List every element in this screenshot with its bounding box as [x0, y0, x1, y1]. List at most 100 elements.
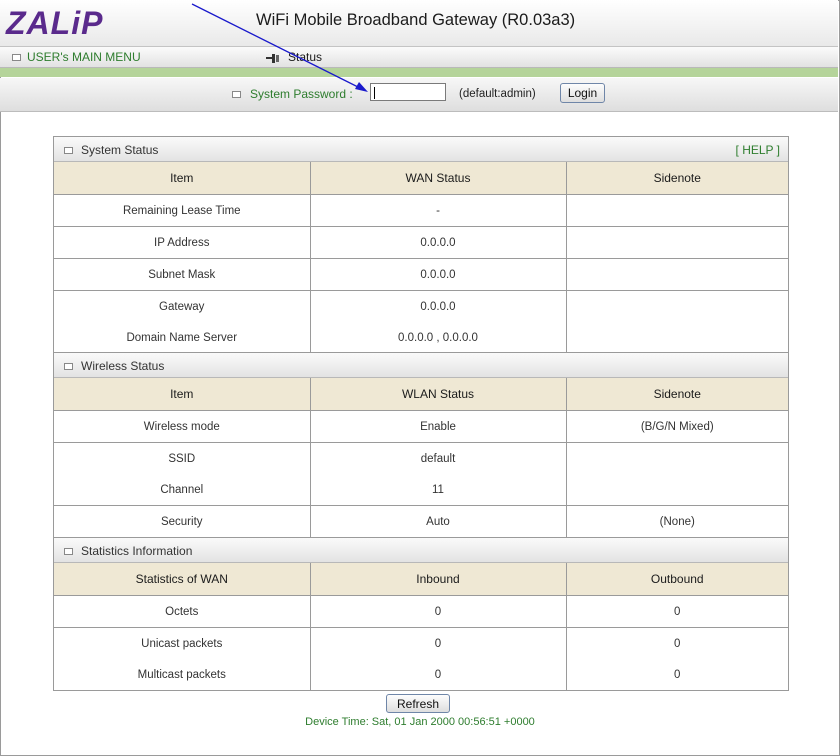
row-note: 0 [674, 637, 681, 650]
device-time: Device Time: Sat, 01 Jan 2000 00:56:51 +… [305, 716, 535, 728]
table-row: Security Auto (None) [54, 505, 788, 537]
row-note [566, 258, 788, 291]
column-header: Sidenote [566, 378, 788, 411]
row-value: 11 [310, 474, 567, 506]
row-note [566, 226, 788, 259]
row-note [566, 322, 788, 353]
table-row: Subnet Mask 0.0.0.0 [54, 258, 788, 291]
row-value: 0 [310, 627, 567, 659]
square-bullet-icon [64, 147, 73, 155]
row-value: 0 [310, 595, 567, 628]
wireless-status-panel: Wireless Status Item WLAN Status Sidenot… [53, 352, 789, 538]
page-title: WiFi Mobile Broadband Gateway (R0.03a3) [256, 11, 576, 29]
panel-title: System Status [64, 143, 158, 157]
row-note [566, 291, 788, 323]
square-bullet-icon [64, 363, 73, 371]
row-label: Wireless mode [54, 410, 311, 443]
system-status-panel: System Status [ HELP ] Item WAN Status S… [53, 136, 789, 354]
row-label: Subnet Mask [54, 258, 311, 291]
system-status-header: System Status [ HELP ] [54, 137, 788, 162]
row-note: (B/G/N Mixed) [566, 410, 788, 443]
row-note [566, 443, 788, 475]
password-label-text: System Password : [250, 87, 353, 101]
panel-title: Statistics Information [64, 544, 192, 558]
row-label: Multicast packets [54, 659, 311, 690]
column-header: Inbound [310, 563, 567, 596]
wireless-status-title: Wireless Status [81, 359, 165, 373]
row-label: Domain Name Server [54, 322, 311, 353]
table-row: Wireless mode Enable (B/G/N Mixed) [54, 410, 788, 443]
password-input[interactable] [370, 83, 446, 101]
column-header: Item [54, 378, 311, 411]
row-value: 0.0.0.0 [310, 258, 567, 291]
row-value: - [310, 194, 567, 227]
row-label: Channel [54, 474, 311, 506]
column-header: Sidenote [566, 162, 788, 195]
row-value: 0.0.0.0 [310, 226, 567, 259]
monitor-icon [266, 53, 280, 63]
green-divider [0, 68, 838, 77]
statistics-title: Statistics Information [81, 544, 193, 558]
statistics-table: Statistics of WAN Inbound Outbound Octet… [54, 563, 788, 690]
column-header: WAN Status [310, 162, 567, 195]
column-header: WLAN Status [310, 378, 567, 411]
row-label: Unicast packets [54, 627, 311, 659]
help-link[interactable]: [ HELP ] [736, 143, 780, 157]
system-status-table: Item WAN Status Sidenote Remaining Lease… [54, 162, 788, 353]
svg-text:ZALiP: ZALiP [5, 5, 103, 41]
system-status-title: System Status [81, 143, 159, 157]
table-row: Unicast packets 0 0 [54, 627, 788, 659]
menu-bar: USER's MAIN MENU Status [0, 47, 838, 68]
row-label: Remaining Lease Time [54, 194, 311, 227]
table-row: SSID default [54, 442, 788, 475]
row-value: 0.0.0.0 , 0.0.0.0 [310, 322, 567, 353]
square-bullet-icon [12, 54, 21, 62]
row-label: Gateway [54, 290, 311, 322]
table-row: Multicast packets 0 0 [54, 659, 788, 690]
column-header: Outbound [566, 563, 788, 596]
square-bullet-icon [64, 548, 73, 556]
row-note: 0 [674, 668, 681, 681]
row-note [566, 194, 788, 227]
row-label: SSID [54, 442, 311, 474]
row-note: 0 [566, 595, 788, 628]
main-menu-link[interactable]: USER's MAIN MENU [12, 50, 141, 64]
default-password-hint: (default:admin) [459, 88, 536, 100]
panel-title: Wireless Status [64, 359, 164, 373]
table-header-row: Statistics of WAN Inbound Outbound [54, 563, 788, 596]
row-value: 0.0.0.0 [310, 290, 567, 322]
wireless-status-table: Item WLAN Status Sidenote Wireless mode … [54, 378, 788, 537]
table-header-row: Item WAN Status Sidenote [54, 162, 788, 195]
row-value: default [310, 442, 567, 474]
main-menu-label: USER's MAIN MENU [27, 50, 141, 64]
password-label: System Password : [232, 87, 353, 101]
table-row: Channel 11 [54, 474, 788, 506]
row-value: 0 [310, 659, 567, 690]
row-value: Auto [310, 505, 567, 537]
header-bar: ZALiP WiFi Mobile Broadband Gateway (R0.… [0, 0, 838, 47]
table-row: IP Address 0.0.0.0 [54, 226, 788, 259]
row-label: Octets [54, 595, 311, 628]
row-label: Security [54, 505, 311, 537]
row-note: (None) [659, 515, 695, 528]
logo: ZALiP [4, 3, 144, 44]
refresh-button[interactable]: Refresh [386, 694, 450, 713]
row-value: Enable [310, 410, 567, 443]
statistics-header: Statistics Information [54, 538, 788, 563]
status-menu-link[interactable]: Status [266, 50, 322, 64]
square-bullet-icon [232, 91, 241, 99]
row-note [566, 474, 788, 506]
column-header: Statistics of WAN [54, 563, 311, 596]
statistics-panel: Statistics Information Statistics of WAN… [53, 537, 789, 691]
text-cursor [374, 87, 375, 99]
row-label: IP Address [54, 226, 311, 259]
login-button[interactable]: Login [560, 83, 605, 103]
table-row: Gateway 0.0.0.0 [54, 290, 788, 323]
table-header-row: Item WLAN Status Sidenote [54, 378, 788, 411]
login-bar: System Password : (default:admin) Login [0, 78, 838, 112]
table-row: Remaining Lease Time - [54, 194, 788, 227]
wireless-status-header: Wireless Status [54, 353, 788, 378]
status-menu-label: Status [288, 50, 323, 64]
column-header: Item [54, 162, 311, 195]
table-row: Domain Name Server 0.0.0.0 , 0.0.0.0 [54, 322, 788, 353]
